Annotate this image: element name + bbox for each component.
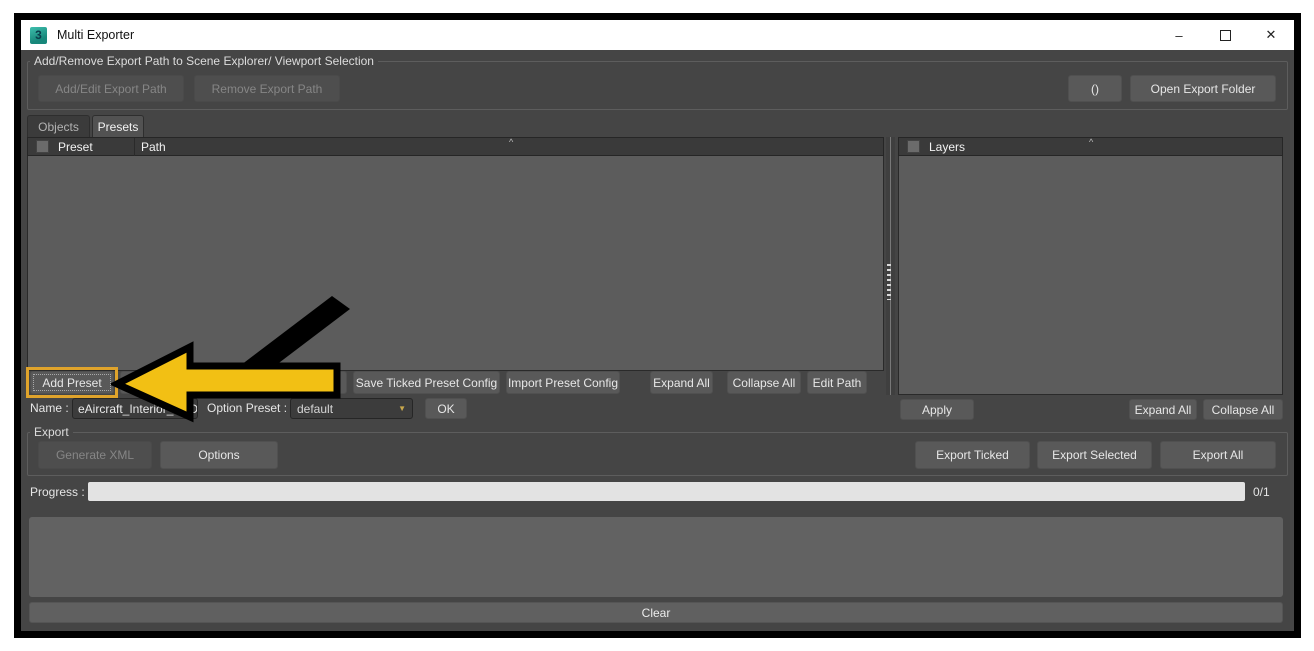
maximize-button[interactable]	[1202, 20, 1248, 50]
progress-count: 0/1	[1253, 485, 1270, 499]
path-column-label: Path	[141, 140, 166, 154]
add-edit-export-path-button[interactable]: Add/Edit Export Path	[38, 75, 184, 102]
layers-column-label: Layers	[929, 140, 965, 154]
layers-table-header[interactable]: Layers ^	[898, 137, 1283, 156]
apply-button[interactable]: Apply	[900, 399, 974, 420]
sort-chevron-icon[interactable]: ^	[509, 138, 513, 147]
refresh-button[interactable]: ()	[1068, 75, 1122, 102]
layers-list[interactable]	[898, 156, 1283, 395]
screenshot-border: 3 Multi Exporter – ✕ Add/Remove Export P…	[14, 13, 1301, 638]
export-group-label: Export	[30, 425, 73, 439]
option-preset-value: default	[297, 402, 333, 416]
option-preset-label: Option Preset :	[207, 401, 287, 415]
ok-button[interactable]: OK	[425, 398, 467, 419]
collapse-all-layers-button[interactable]: Collapse All	[1203, 399, 1283, 420]
remove-export-path-button[interactable]: Remove Export Path	[194, 75, 340, 102]
edit-path-button[interactable]: Edit Path	[807, 371, 867, 394]
tab-objects[interactable]: Objects	[27, 115, 90, 137]
preset-header-checkbox[interactable]	[36, 140, 49, 153]
preset-name-input[interactable]: eAircraft_Interior_LOD00	[72, 398, 198, 419]
close-button[interactable]: ✕	[1248, 20, 1294, 50]
options-button[interactable]: Options	[160, 441, 278, 469]
progress-bar	[88, 482, 1245, 501]
expand-all-layers-button[interactable]: Expand All	[1129, 399, 1197, 420]
panel-splitter[interactable]	[886, 137, 895, 395]
generate-xml-button[interactable]: Generate XML	[38, 441, 152, 469]
name-label: Name :	[30, 401, 69, 415]
minimize-button[interactable]: –	[1156, 20, 1202, 50]
dropdown-arrow-icon: ▼	[398, 404, 406, 413]
open-export-folder-button[interactable]: Open Export Folder	[1130, 75, 1276, 102]
export-ticked-button[interactable]: Export Ticked	[915, 441, 1030, 469]
maximize-icon	[1220, 30, 1231, 41]
tab-presets[interactable]: Presets	[92, 115, 144, 137]
export-selected-button[interactable]: Export Selected	[1037, 441, 1152, 469]
collapse-all-presets-button[interactable]: Collapse All	[727, 371, 801, 394]
save-ticked-preset-config-button[interactable]: Save Ticked Preset Config	[353, 371, 500, 394]
expand-all-presets-button[interactable]: Expand All	[650, 371, 713, 394]
3dsmax-app-icon: 3	[30, 27, 47, 44]
presets-table-header[interactable]: Preset Path ^	[27, 137, 884, 156]
progress-label: Progress :	[30, 485, 85, 499]
export-all-button[interactable]: Export All	[1160, 441, 1276, 469]
log-panel[interactable]	[29, 517, 1283, 597]
clear-button[interactable]: Clear	[29, 602, 1283, 623]
duplicate-button[interactable]: ate	[120, 371, 268, 394]
presets-list[interactable]	[27, 156, 884, 371]
splitter-grip-icon[interactable]	[887, 264, 891, 300]
dialog-body: Add/Remove Export Path to Scene Explorer…	[21, 50, 1294, 631]
option-preset-dropdown[interactable]: default ▼	[290, 398, 413, 419]
layers-header-checkbox[interactable]	[907, 140, 920, 153]
window-title: Multi Exporter	[57, 28, 134, 42]
sort-chevron-icon[interactable]: ^	[1089, 138, 1093, 147]
import-preset-config-button[interactable]: Import Preset Config	[506, 371, 620, 394]
title-bar: 3 Multi Exporter – ✕	[21, 20, 1294, 50]
remove-preset-button[interactable]: Remove	[274, 371, 347, 394]
window-controls: – ✕	[1156, 20, 1294, 50]
multi-exporter-window: 3 Multi Exporter – ✕ Add/Remove Export P…	[21, 20, 1294, 631]
annotation-highlight-box	[26, 367, 118, 398]
export-path-group-label: Add/Remove Export Path to Scene Explorer…	[30, 54, 378, 68]
column-divider[interactable]	[134, 138, 135, 157]
preset-column-label: Preset	[58, 140, 93, 154]
